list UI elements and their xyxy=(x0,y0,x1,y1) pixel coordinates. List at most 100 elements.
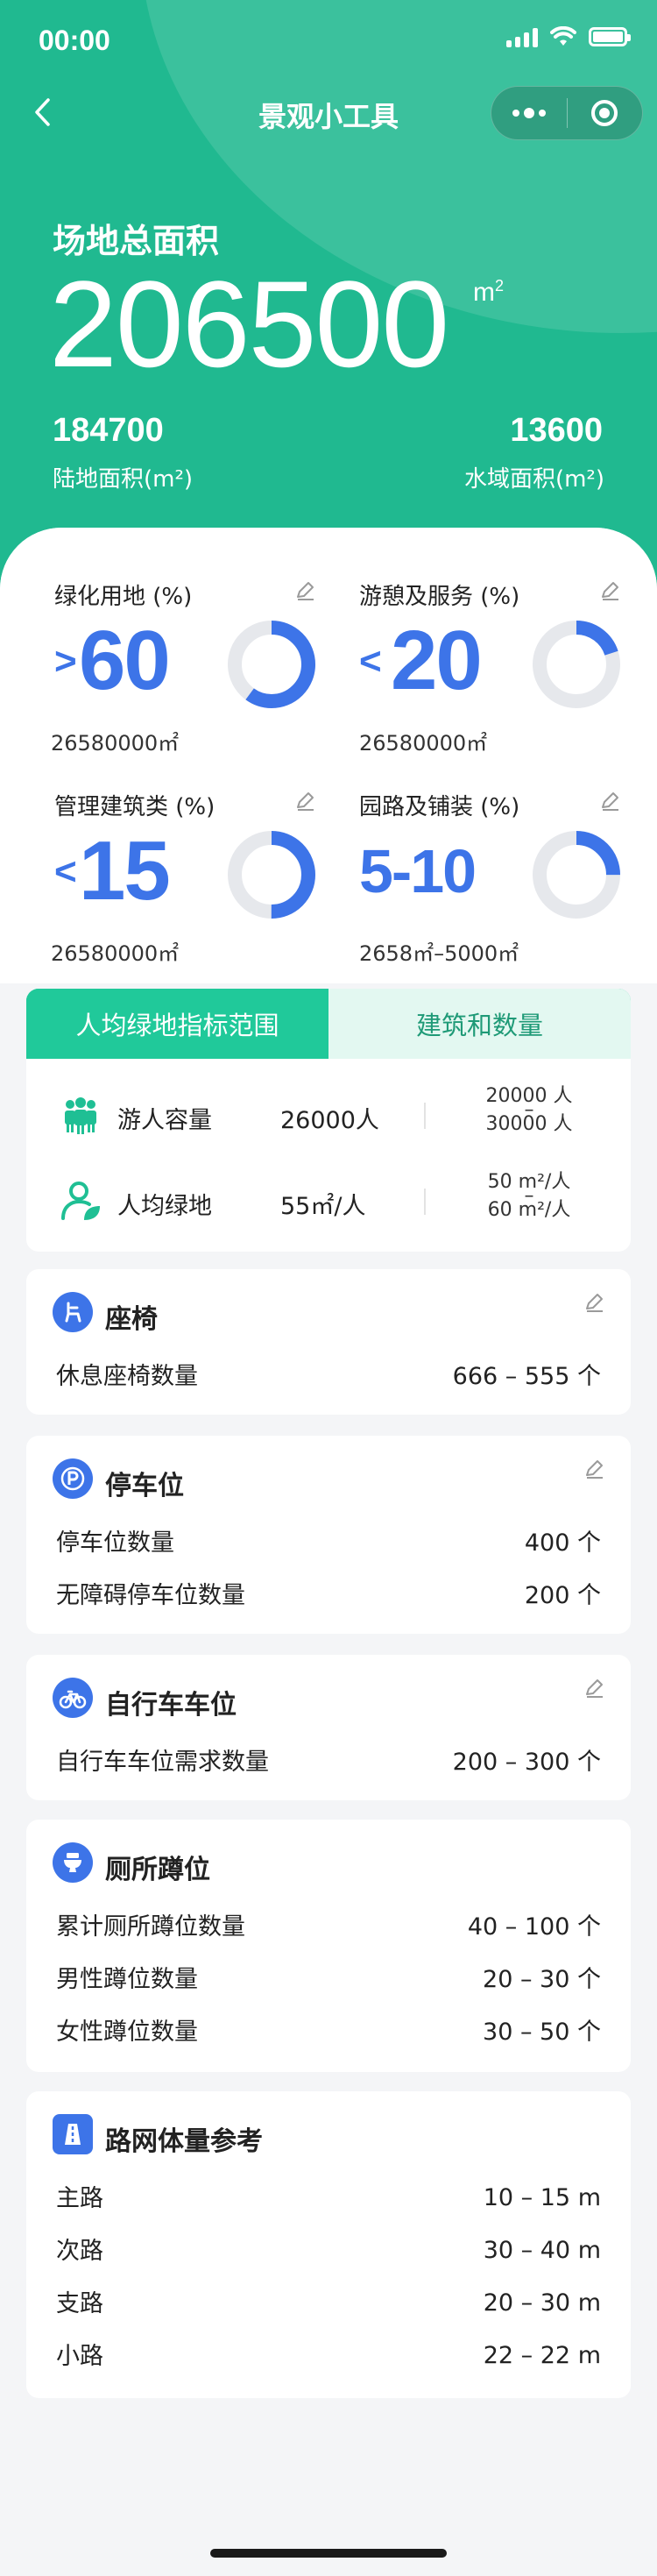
metric-management-building: 管理建筑类 (%) < 15 26580000㎡ xyxy=(51,789,317,973)
card-title: 停车位 xyxy=(105,1471,184,1501)
row-label: 累计厕所蹲位数量 xyxy=(56,1913,245,1941)
metric-title: 管理建筑类 (%) xyxy=(54,794,215,820)
content-panel: 绿化用地 (%) > 60 26580000㎡ 游憩及服务 (%) < 20 2… xyxy=(0,528,657,2576)
list-item: 主路 10 – 15 m xyxy=(56,2179,601,2214)
row-label: 人均绿地 xyxy=(117,1193,212,1220)
metric-recreation-service: 游憩及服务 (%) < 20 26580000㎡ xyxy=(359,578,622,763)
list-item: 游人容量 26000人 20000 人 – 30000 人 xyxy=(26,1073,631,1157)
land-area-value: 184700 xyxy=(53,412,164,449)
row-label: 无障碍停车位数量 xyxy=(56,1582,245,1609)
list-item: 停车位数量 400 个 xyxy=(56,1523,601,1558)
card-title: 自行车车位 xyxy=(105,1690,237,1721)
nav-bar: 景观小工具 xyxy=(0,79,657,145)
row-label: 停车位数量 xyxy=(56,1529,174,1557)
seat-card: 座椅 休息座椅数量 666 – 555 个 xyxy=(26,1269,631,1415)
metric-subvalue: 26580000㎡ xyxy=(51,941,180,966)
metric-road-paving: 园路及铺装 (%) 5-10 2658㎡–5000㎡ xyxy=(359,789,622,973)
edit-icon[interactable] xyxy=(582,1290,606,1315)
list-item: 人均绿地 55㎡/人 50 m²/人 – 60 m²/人 xyxy=(26,1159,631,1243)
close-program-button[interactable] xyxy=(568,87,643,139)
road-glyph xyxy=(65,2124,81,2145)
row-value: 20 – 30 m xyxy=(483,2289,601,2317)
road-card: 路网体量参考 主路 10 – 15 m 次路 30 – 40 m 支路 20 –… xyxy=(26,2091,631,2398)
land-area-label: 陆地面积(m²) xyxy=(53,466,194,493)
metrics-panel: 绿化用地 (%) > 60 26580000㎡ 游憩及服务 (%) < 20 2… xyxy=(0,528,657,983)
toilet-glyph xyxy=(64,1853,81,1872)
list-item: 小路 22 – 22 m xyxy=(56,2337,601,2372)
edit-icon[interactable] xyxy=(582,1676,606,1700)
more-dots-icon xyxy=(512,108,546,118)
tab-per-capita-green[interactable]: 人均绿地指标范围 xyxy=(26,989,328,1059)
water-area-label: 水域面积(m²) xyxy=(463,466,604,493)
edit-icon[interactable] xyxy=(293,789,317,813)
range-bottom: 30000 人 xyxy=(485,1113,573,1135)
per-capita-card: 人均绿地指标范围 建筑和数量 游人容量 26000人 20000 人 – 300… xyxy=(26,989,631,1252)
road-icon xyxy=(53,2114,93,2154)
total-area-unit-base: m xyxy=(473,278,495,307)
row-value: 30 – 50 个 xyxy=(483,2019,601,2046)
edit-icon[interactable] xyxy=(582,1457,606,1481)
row-value: 22 – 22 m xyxy=(483,2342,601,2369)
chair-glyph xyxy=(65,1302,81,1323)
status-icons xyxy=(506,26,631,47)
progress-ring xyxy=(533,831,620,919)
toilet-icon xyxy=(53,1842,93,1883)
row-divider xyxy=(424,1189,426,1215)
card-title: 厕所蹲位 xyxy=(105,1855,210,1885)
edit-icon[interactable] xyxy=(293,578,317,603)
metric-number: 20 xyxy=(391,614,483,707)
status-time: 00:00 xyxy=(39,25,110,56)
row-divider xyxy=(424,1103,426,1129)
tab-bar: 人均绿地指标范围 建筑和数量 xyxy=(26,989,631,1059)
metric-operator: > xyxy=(54,640,77,683)
mini-program-capsule xyxy=(491,86,643,140)
parking-glyph xyxy=(60,1466,85,1491)
edit-icon[interactable] xyxy=(597,578,622,603)
parking-card: 停车位 停车位数量 400 个 无障碍停车位数量 200 个 xyxy=(26,1436,631,1634)
target-icon xyxy=(591,100,618,126)
metric-operator: < xyxy=(54,850,77,893)
metric-number: 5-10 xyxy=(359,837,477,905)
metric-operator: < xyxy=(359,640,382,683)
metric-title: 绿化用地 (%) xyxy=(54,584,193,610)
list-item: 次路 30 – 40 m xyxy=(56,2232,601,2267)
row-label: 休息座椅数量 xyxy=(56,1363,198,1390)
row-value: 20 – 30 个 xyxy=(483,1966,601,1993)
progress-ring xyxy=(228,831,315,919)
status-bar: 00:00 xyxy=(0,0,657,79)
card-title: 座椅 xyxy=(105,1304,158,1335)
more-button[interactable] xyxy=(491,87,567,139)
home-indicator xyxy=(210,2549,447,2558)
wifi-icon xyxy=(550,26,576,46)
card-title: 路网体量参考 xyxy=(105,2126,263,2157)
list-item: 女性蹲位数量 30 – 50 个 xyxy=(56,2012,601,2047)
metric-title: 园路及铺装 (%) xyxy=(359,794,520,820)
range-bottom: 60 m²/人 xyxy=(487,1199,571,1221)
row-value: 30 – 40 m xyxy=(483,2237,601,2264)
row-value: 200 – 300 个 xyxy=(452,1749,601,1776)
row-value: 666 – 555 个 xyxy=(452,1363,601,1390)
total-area-unit-sup: 2 xyxy=(495,277,505,295)
tab-buildings-count[interactable]: 建筑和数量 xyxy=(328,989,631,1059)
metric-subvalue: 26580000㎡ xyxy=(51,731,180,756)
row-value: 200 个 xyxy=(524,1582,601,1609)
water-area-value: 13600 xyxy=(510,412,603,449)
total-area-value: 206500 xyxy=(49,255,449,393)
progress-ring xyxy=(228,621,315,708)
metric-subvalue: 2658㎡–5000㎡ xyxy=(359,941,519,966)
row-label: 自行车车位需求数量 xyxy=(56,1749,269,1776)
bicycle-glyph xyxy=(59,1690,87,1709)
list-item: 休息座椅数量 666 – 555 个 xyxy=(56,1357,601,1392)
row-label: 男性蹲位数量 xyxy=(56,1966,198,1993)
list-item: 支路 20 – 30 m xyxy=(56,2284,601,2319)
row-label: 小路 xyxy=(56,2343,103,2370)
list-item: 累计厕所蹲位数量 40 – 100 个 xyxy=(56,1907,601,1942)
edit-icon[interactable] xyxy=(597,789,622,813)
metric-green-land: 绿化用地 (%) > 60 26580000㎡ xyxy=(51,578,317,763)
row-value: 55㎡/人 xyxy=(280,1193,366,1220)
toilet-card: 厕所蹲位 累计厕所蹲位数量 40 – 100 个 男性蹲位数量 20 – 30 … xyxy=(26,1820,631,2072)
seat-icon xyxy=(53,1292,93,1332)
metric-subvalue: 26580000㎡ xyxy=(359,731,488,756)
progress-ring xyxy=(533,621,620,708)
parking-icon xyxy=(53,1458,93,1499)
